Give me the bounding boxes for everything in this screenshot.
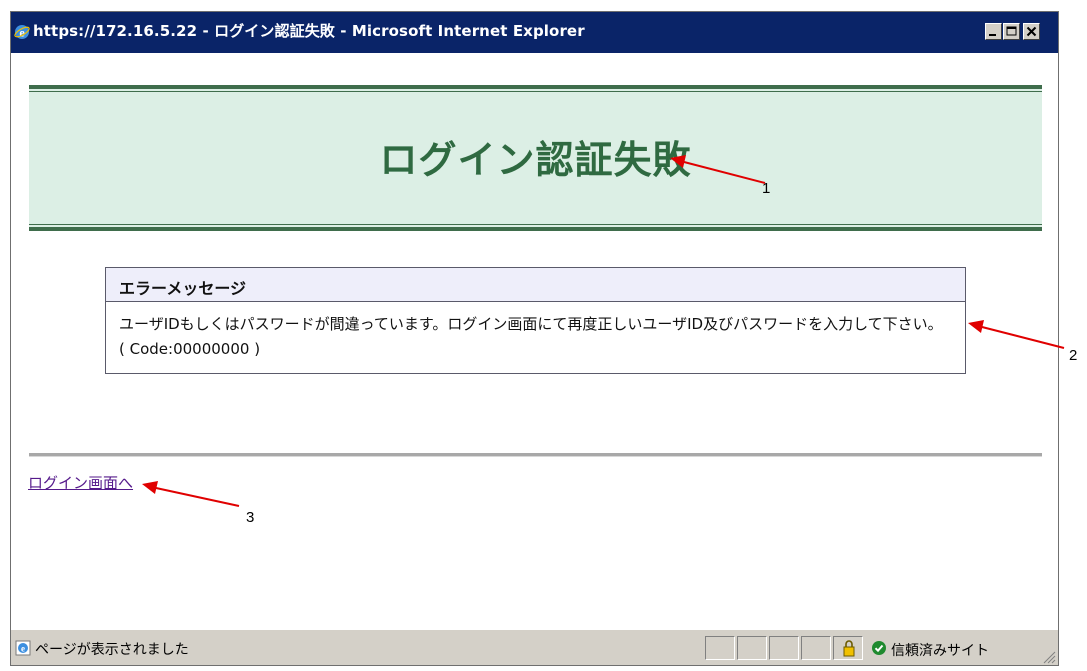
heading-banner: ログイン認証失敗 [29,85,1042,231]
status-text: ページが表示されました [35,642,189,658]
lock-icon[interactable] [843,639,855,657]
annotation-label-3: 3 [246,509,255,526]
login-screen-link[interactable]: ログイン画面へ [28,472,133,493]
error-message-header: エラーメッセージ [106,268,965,302]
status-panel [705,636,735,660]
error-message-box: エラーメッセージ ユーザIDもしくはパスワードが間違っています。ログイン画面にて… [105,267,966,374]
error-code: ( Code:00000000 ) [119,340,261,358]
close-icon [1026,26,1037,37]
error-message-text: ユーザIDもしくはパスワードが間違っています。ログイン画面にて再度正しいユーザI… [119,315,943,333]
resize-grip-icon[interactable] [1042,650,1056,664]
annotation-label-1: 1 [762,180,771,197]
status-panel [769,636,799,660]
ie-logo-icon: e [14,25,30,40]
ie-page-icon: e [15,640,31,656]
status-panel [801,636,831,660]
maximize-icon [1006,26,1017,36]
divider [29,453,1042,457]
error-message-body: ユーザIDもしくはパスワードが間違っています。ログイン画面にて再度正しいユーザI… [119,312,943,362]
svg-text:e: e [21,644,25,654]
status-bar: e ページが表示されました 信頼済みサイト [11,629,1058,665]
error-message-header-label: エラーメッセージ [119,279,247,298]
minimize-icon [989,34,996,36]
maximize-button[interactable] [1003,23,1020,40]
close-button[interactable] [1023,23,1040,40]
annotation-label-2: 2 [1069,347,1078,364]
minimize-button[interactable] [985,23,1002,40]
browser-window: e https://172.16.5.22 - ログイン認証失敗 - Micro… [10,11,1059,666]
status-panel [737,636,767,660]
security-zone-label: 信頼済みサイト [891,643,989,659]
title-bar[interactable]: e https://172.16.5.22 - ログイン認証失敗 - Micro… [11,12,1058,53]
page-title: ログイン認証失敗 [379,138,692,182]
window-title: https://172.16.5.22 - ログイン認証失敗 - Microso… [33,22,585,40]
trusted-site-check-icon [872,641,886,655]
page-content: ログイン認証失敗 エラーメッセージ ユーザIDもしくはパスワードが間違っています… [19,53,1052,629]
